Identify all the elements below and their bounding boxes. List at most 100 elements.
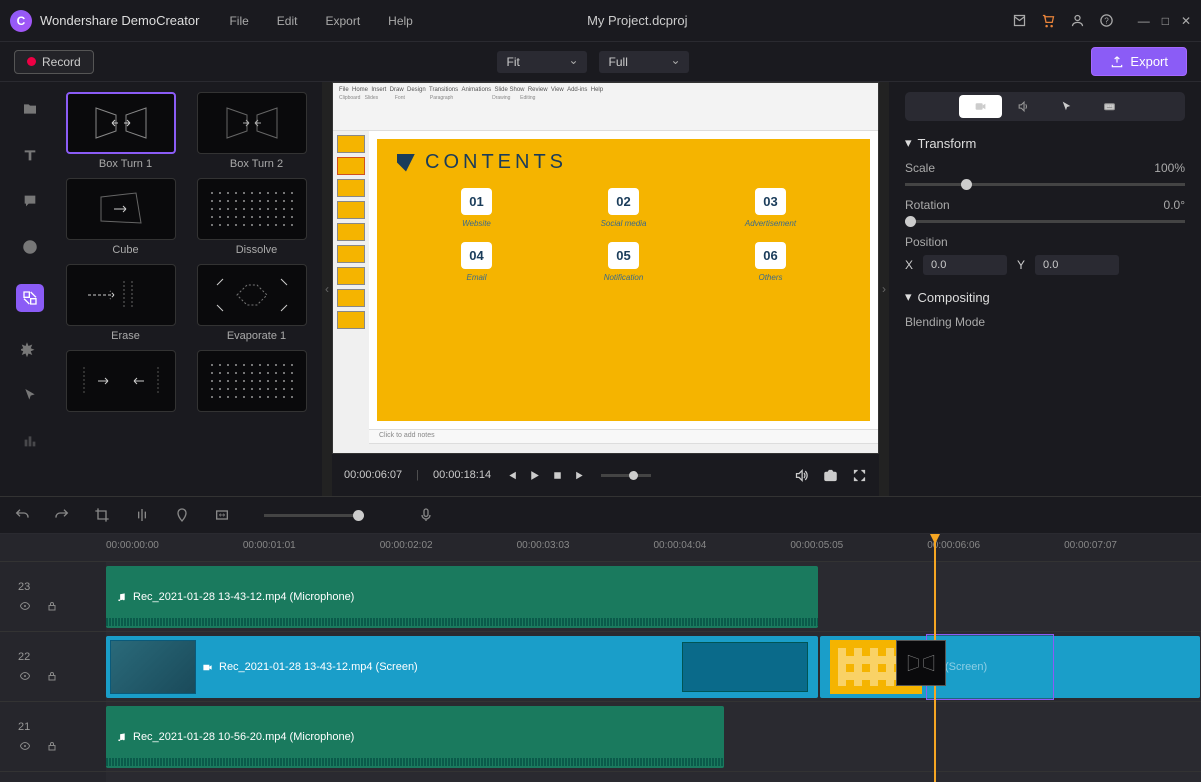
volume-icon[interactable] [794,468,809,483]
track-row: 21Rec_2021-01-28 10-56-20.mp4 (Microphon… [0,702,1201,772]
transition-item[interactable]: Box Turn 2 [197,92,316,170]
record-label: Record [42,55,81,69]
transition-item[interactable]: Evaporate 1 [197,264,316,342]
preview-seek-slider[interactable] [601,474,651,477]
rotation-value: 0.0° [1164,198,1185,212]
help-icon[interactable]: ? [1099,13,1114,28]
fit-icon[interactable] [214,507,230,523]
y-input[interactable] [1035,255,1119,275]
blending-label: Blending Mode [905,315,985,329]
close-button[interactable]: ✕ [1181,14,1191,28]
transition-thumb [197,92,307,154]
transition-item[interactable]: Erase [66,264,185,342]
snapshot-icon[interactable] [823,468,838,483]
fullscreen-icon[interactable] [852,468,867,483]
transition-label: Erase [66,330,185,342]
tab-keyboard[interactable] [1088,95,1131,118]
lock-icon[interactable] [46,599,58,613]
tab-audio[interactable] [1002,95,1045,118]
compositing-section-header[interactable]: ▾ Compositing [905,289,1185,305]
media-library-icon[interactable] [20,100,40,118]
preview-canvas[interactable]: File Home Insert Draw Design Transitions… [332,82,879,454]
audio-icon[interactable] [20,432,40,450]
transition-item[interactable]: Box Turn 1 [66,92,185,170]
x-input[interactable] [923,255,1007,275]
transition-drag-preview[interactable] [896,640,946,686]
rotation-slider[interactable] [905,220,1185,223]
transition-item[interactable]: Cube [66,178,185,256]
scale-slider[interactable] [905,183,1185,186]
track-body[interactable] [106,772,1201,782]
cursor-icon[interactable] [20,386,40,404]
ppt-ribbon: File Home Insert Draw Design Transitions… [333,83,878,131]
fit-dropdown[interactable]: Fit [497,51,587,73]
audio-clip[interactable]: Rec_2021-01-28 10-56-20.mp4 (Microphone) [106,706,724,768]
transitions-icon[interactable] [16,284,44,312]
marker-icon[interactable] [174,507,190,523]
stop-button[interactable] [551,469,564,482]
track-body[interactable]: Rec_2021-01-28 10-56-20.mp4 (Microphone) [106,702,1201,771]
prev-button[interactable] [505,469,518,482]
timeline: 00:00:00:0000:00:01:0100:00:02:0200:00:0… [0,534,1201,782]
visibility-icon[interactable] [18,600,32,612]
menu-file[interactable]: File [229,14,248,28]
transition-item[interactable] [197,350,316,416]
transform-section-header[interactable]: ▾ Transform [905,135,1185,151]
visibility-icon[interactable] [18,670,32,682]
play-button[interactable] [528,469,541,482]
export-button[interactable]: Export [1091,47,1187,76]
collapse-right-button[interactable]: › [879,82,889,496]
crop-icon[interactable] [94,507,110,523]
text-icon[interactable] [20,146,40,164]
ppt-notes: Click to add notes [369,429,878,443]
mail-icon[interactable] [1012,13,1027,28]
track-header: 23 [0,562,106,631]
ruler-tick: 00:00:01:01 [243,534,380,561]
next-button[interactable] [574,469,587,482]
topbar: Record Fit Full Export [0,42,1201,82]
track-body[interactable]: Rec_2021-01-28 13-43-12.mp4 (Microphone) [106,562,1201,631]
video-clip[interactable]: Rec_2021-01-28 13-43-12.mp4 (Screen) [106,636,818,698]
sticker-icon[interactable] [20,238,40,256]
user-icon[interactable] [1070,13,1085,28]
effects-icon[interactable] [20,340,40,358]
timeline-ruler[interactable]: 00:00:00:0000:00:01:0100:00:02:0200:00:0… [0,534,1201,562]
ruler-tick: 00:00:07:07 [1064,534,1201,561]
ruler-tick: 00:00:00:00 [106,534,243,561]
split-icon[interactable] [134,507,150,523]
timeline-zoom-slider[interactable] [264,514,364,517]
lock-icon[interactable] [46,669,58,683]
record-dot-icon [27,57,36,66]
record-button[interactable]: Record [14,50,94,74]
collapse-left-button[interactable]: ‹ [322,82,332,496]
total-time: 00:00:18:14 [433,469,491,481]
redo-icon[interactable] [54,507,70,523]
mic-icon[interactable] [418,507,434,523]
cart-icon[interactable] [1041,13,1056,28]
track-row: 23Rec_2021-01-28 13-43-12.mp4 (Microphon… [0,562,1201,632]
track-row: 20 [0,772,1201,782]
ppt-slide-thumbs [333,131,369,453]
transition-label: Box Turn 2 [197,158,316,170]
transition-thumb [197,178,307,240]
undo-icon[interactable] [14,507,30,523]
lock-icon[interactable] [46,739,58,753]
export-label: Export [1130,54,1168,69]
full-dropdown[interactable]: Full [599,51,689,73]
music-icon [116,592,127,603]
transition-item[interactable] [66,350,185,416]
minimize-button[interactable]: — [1138,14,1150,28]
annotation-icon[interactable] [20,192,40,210]
track-header: 22 [0,632,106,701]
current-time: 00:00:06:07 [344,469,402,481]
y-label: Y [1017,258,1025,272]
audio-clip[interactable]: Rec_2021-01-28 13-43-12.mp4 (Microphone) [106,566,818,628]
maximize-button[interactable]: □ [1162,14,1169,28]
track-body[interactable]: Rec_2021-01-28 13-43-12.mp4 (Screen)(Scr… [106,632,1201,701]
tab-cursor[interactable] [1045,95,1088,118]
ppt-statusbar [369,443,878,453]
visibility-icon[interactable] [18,740,32,752]
transition-item[interactable]: Dissolve [197,178,316,256]
scale-value: 100% [1154,161,1185,175]
tab-video[interactable] [959,95,1002,118]
